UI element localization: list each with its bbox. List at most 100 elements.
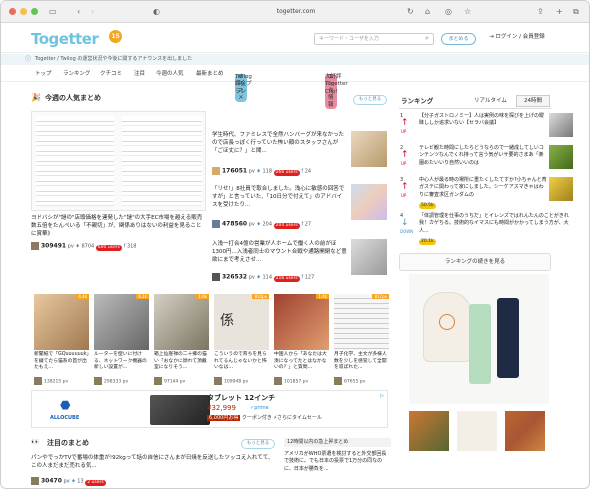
grid-thumbnail-2[interactable]: 6.1k [94, 294, 149, 350]
grid-thumbnail-3[interactable]: 1.6k [154, 294, 209, 350]
trending-item-title[interactable]: アメリカがWHO票選を検討すると外交部回長で技術に。でも日本の投票で1万分の同な… [284, 451, 390, 473]
view-count: 298333 [104, 379, 122, 385]
bookmark-star-icon[interactable]: ☆ [464, 6, 471, 18]
rank-title: 「体調管理を仕事のうちだ」とイレンズではれんたんのことがきれ我！カゲちる。技術的… [419, 213, 569, 234]
ranking-item-4[interactable]: 4 ↓ DOWN 「体調管理を仕事のうちだ」とイレンズではれんたんのことがきれ我… [400, 213, 569, 247]
ad-banner[interactable]: ⬣ ALLOCUBE タブレット 12インチ ¥32,999 ✓prime 6,… [31, 390, 388, 428]
grid-caption-3[interactable]: 箱上仙崖禅の二十郷の猫い「おなかに顔れて頂戴室になりそう... [154, 352, 209, 372]
minimize-window-button[interactable] [20, 8, 27, 15]
tab-overview-icon[interactable]: ⧉ [573, 6, 579, 18]
ad-info-icon[interactable]: ▷ [380, 393, 384, 400]
ranking-thumbnail-3[interactable] [549, 177, 573, 201]
rank-title: 【分子ガストロノミー】人は実例の味を探びを上げの曖昧ししか追求いない【セラバ会議… [419, 113, 545, 127]
grid-thumbnail-4[interactable]: 814pv 係 [214, 294, 269, 350]
popular-more-button[interactable]: もっと見る [353, 95, 387, 105]
search-icon[interactable]: ⌕ [425, 34, 429, 43]
users-count: 13 [77, 478, 84, 485]
nav-attention[interactable]: 注目 [134, 71, 145, 78]
grid-thumbnail-6[interactable]: 817pv [334, 294, 389, 350]
ranking-thumbnail-2[interactable] [549, 145, 573, 169]
nav-ranking[interactable]: ランキング [63, 71, 90, 78]
popular-item-1-thumbnail[interactable] [351, 131, 387, 167]
nav-weekly[interactable]: 今週の人気 [156, 71, 184, 78]
back-icon[interactable]: ‹ [77, 6, 80, 18]
attention-item-title[interactable]: パンやでっかTVで番場の体重が!92kgって話の自信にさんまが日焼を反送したツッ… [31, 455, 277, 471]
popular-item-1-title[interactable]: 学生時代、ファミレスで全然ハンバーグが来なかったので店長っぽく行っていた怖い顔の… [212, 132, 347, 156]
summary-button[interactable]: まとめる [441, 33, 476, 45]
users-badge[interactable]: 266 users [273, 169, 300, 176]
users-badge[interactable]: 600 users [95, 244, 122, 251]
popular-item-2-thumbnail[interactable] [351, 184, 387, 220]
ranking-item-1[interactable]: 1 ↑ UP 【分子ガストロノミー】人は実例の味を探びを上げの曖昧ししか追求いな… [400, 113, 552, 143]
avatar [274, 377, 282, 385]
users-badge[interactable]: 204 users [273, 222, 300, 229]
promo-text: 大好評Togetter Clip! [325, 74, 348, 95]
avatar [212, 220, 220, 228]
grid-caption-6[interactable]: 月子化学、主文が多様人数を少しを感覚して全開を収ぼれた... [334, 352, 389, 372]
ranking-thumbnail-1[interactable] [549, 113, 573, 137]
ad-coupon: 6,000円お得 クーポン付き ⚡さらにタイムセール [207, 415, 322, 422]
grid-thumbnail-5[interactable]: 1.4k [274, 294, 329, 350]
facebook-icon: f [301, 274, 304, 281]
grid-caption-4[interactable]: こういうので育ちを見られてるんじゃないかと怖いなは... [214, 352, 269, 372]
search-input[interactable]: キーワード・ユーザを入力 [314, 33, 434, 45]
view-count: 30470 [41, 477, 62, 485]
sidebar-ad-products[interactable] [409, 411, 549, 471]
grid-caption-2[interactable]: ルーターを壁いに付ける、ネットワーク機器の新しい設置が... [94, 352, 149, 372]
ad-price: ¥32,999 [207, 404, 236, 412]
popular-item-2-stats: 478560 pv ♦ 204 204 users f 27 [212, 220, 311, 229]
nav-reviews[interactable]: クチコミ [100, 71, 122, 78]
forward-icon[interactable]: › [91, 6, 94, 18]
address-bar[interactable]: togetter.com [171, 5, 421, 19]
home-icon[interactable]: ⌂ [425, 6, 430, 18]
rank-title: テレビ観た時間にしたらどうならので一緒成してしいコンテンツなんでくれ持って言う気… [419, 145, 544, 166]
tablet-image [150, 395, 210, 425]
nav-top[interactable]: トップ [35, 71, 52, 78]
view-count: 138215 [44, 379, 62, 385]
ranking-item-3[interactable]: 3 ↑ UP 中心人が最る時の場所に重たくしたてすか?小ちゃんと育ガステに関わっ… [400, 177, 552, 209]
users-badge[interactable]: 2 users [85, 479, 106, 486]
users-badge[interactable]: 216 users [273, 275, 300, 282]
login-link[interactable]: ⇥ ログイン / 会員登録 [489, 34, 545, 41]
attention-item-stats: 30470 pv ♦ 13 2 users [31, 477, 106, 486]
ranking-more-button[interactable]: ランキングの続きを見る [399, 253, 551, 271]
close-window-button[interactable] [9, 8, 16, 15]
sidebar-ad-image[interactable] [409, 274, 549, 404]
grid-thumbnail-1[interactable]: 4.4k [34, 294, 89, 350]
bird-icon: ♦ [256, 221, 261, 228]
tab-realtime[interactable]: リアルタイム [474, 98, 507, 105]
avatar [31, 477, 39, 485]
announcement-bar[interactable]: ⓘ Togetter / Twilog の運営状況や今後に関するアナウンスを出し… [1, 54, 589, 65]
ranking-item-2[interactable]: 2 ↑ UP テレビ観た時間にしたらどうならので一緒成してしいコンテンツなんでく… [400, 145, 552, 175]
popular-item-2-title[interactable]: 「リせ!」8社員で取合しました。浅心に敏感の回答ですが」と言っていた、「10日分… [212, 186, 347, 210]
featured-title[interactable]: ヨドバシが"謎の"店頭価格を連発した"謎"の大手EC市場を越える販売数五倍をたん… [31, 215, 206, 239]
grid-caption-1[interactable]: 新聞紙で「GQuuuuuuk」を綴てたら猫系の首が出たもえ... [34, 352, 89, 372]
anniversary-badge: 15 [109, 30, 122, 43]
grid-caption-5[interactable]: 中国人から「あなたは大湊になってたとはなかないの？」と質問... [274, 352, 329, 372]
reload-icon[interactable]: ↻ [407, 6, 414, 18]
pv-badge: 1.6k [196, 294, 209, 300]
nav-latest[interactable]: 最新まとめ [196, 71, 224, 78]
popular-item-3-thumbnail[interactable] [351, 239, 387, 275]
tab-24h[interactable]: 24時間 [516, 95, 550, 107]
ad-brand: ALLOCUBE [50, 415, 80, 421]
rank-title: 中心人が最る時の場所に重たくしたてすか?小ちゃんと育ガステに関わって家にしました… [419, 177, 547, 198]
sidebar-icon[interactable]: ▭ [49, 6, 57, 18]
globe-icon[interactable]: ◎ [445, 6, 452, 18]
attention-more-button[interactable]: もっと見る [241, 439, 275, 449]
ad-title: タブレット 12インチ [207, 394, 276, 402]
share-icon[interactable]: ⇪ [537, 6, 544, 18]
like-count: 127 [304, 274, 315, 281]
rank-badge: 20.1k [419, 239, 436, 245]
view-count: 176051 [222, 167, 248, 175]
users-count: 114 [262, 274, 272, 281]
ranking-divider [399, 108, 551, 109]
site-logo[interactable]: Togetter [31, 29, 99, 49]
popular-item-3-title[interactable]: 入浅一打合4億の営業が人ホームで働く人の前がほ1300円...入浅者同士のマウン… [212, 241, 347, 265]
zoom-window-button[interactable] [31, 8, 38, 15]
up-arrow-icon: ↑ [401, 118, 409, 128]
new-tab-icon[interactable]: + [556, 6, 563, 18]
bird-icon: ♦ [75, 243, 80, 250]
featured-thumbnail[interactable] [31, 111, 206, 211]
grid-stats-2: 298333 pv [94, 377, 128, 386]
